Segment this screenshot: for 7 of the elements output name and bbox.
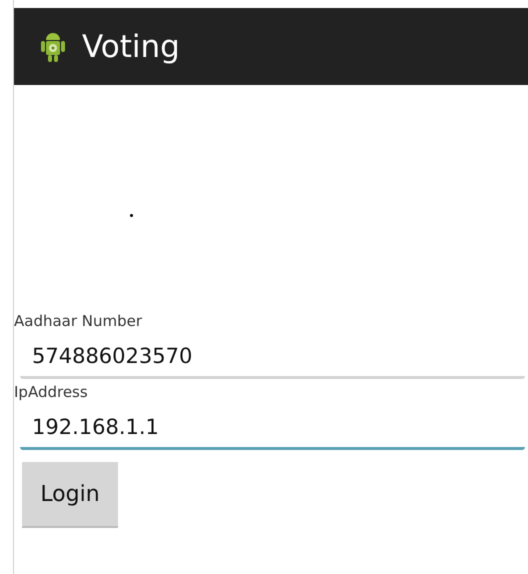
input-field[interactable]: 574886023570	[20, 338, 525, 379]
field-label: IpAddress	[14, 383, 88, 401]
dot-mark	[130, 214, 133, 217]
field-label: Aadhaar Number	[14, 312, 142, 330]
login-button[interactable]: Login	[22, 462, 118, 528]
app-title: Voting	[82, 28, 180, 64]
input-field[interactable]: 192.168.1.1	[20, 409, 525, 450]
